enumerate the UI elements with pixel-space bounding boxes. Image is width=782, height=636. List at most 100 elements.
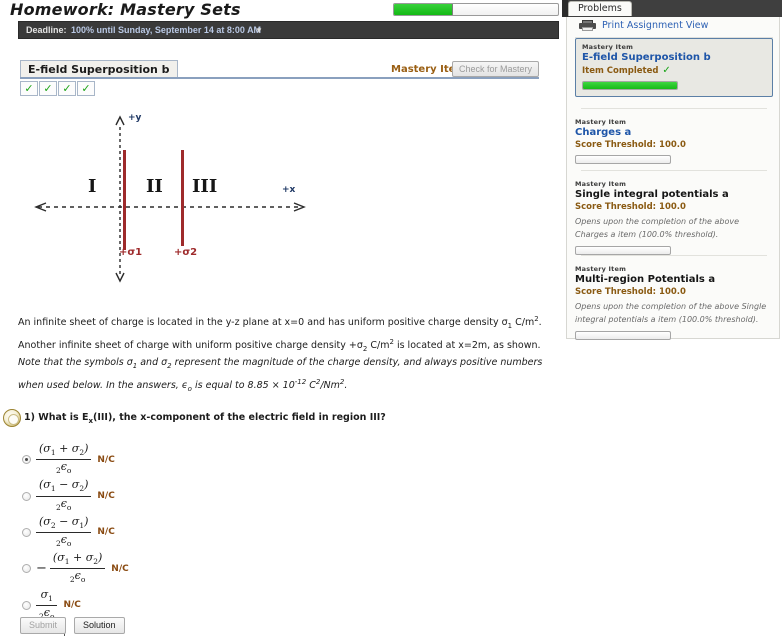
sidebar-item-divider-1 — [581, 108, 767, 109]
choice-expression-4: − (σ1 + σ2) 2ϵo N/C — [36, 551, 129, 586]
problem-paragraph-1: An infinite sheet of charge is located i… — [18, 311, 546, 357]
check-for-mastery-button[interactable]: Check for Mastery — [452, 61, 539, 77]
sidebar-item-title-3[interactable]: Single integral potentials a — [575, 189, 773, 200]
question-prompt: 1) What is Ex(III), the x-component of t… — [24, 412, 386, 425]
p2-seg-a: Note that the symbols σ — [18, 357, 133, 368]
deadline-label: Deadline: — [26, 25, 67, 35]
sidebar-item-kicker-1: Mastery Item — [582, 43, 634, 51]
choice-numerator-5: σ1 — [40, 587, 53, 603]
deadline-bar[interactable]: Deadline: 100% until Sunday, September 1… — [18, 21, 559, 39]
choice-fraction-2: (σ1 − σ2) 2ϵo — [36, 478, 92, 513]
answer-choices[interactable]: (σ1 + σ2) 2ϵo N/C (σ1 − σ2) 2ϵo N/C (σ2 − σ1) 2… — [22, 442, 322, 636]
page-root: Homework: Mastery Sets Deadline: 100% un… — [0, 0, 782, 636]
solution-button[interactable]: Solution — [74, 617, 125, 634]
choice-numerator-1: (σ1 + σ2) — [39, 442, 89, 458]
choice-fraction-3: (σ2 − σ1) 2ϵo — [36, 514, 92, 550]
radio-choice-4[interactable] — [22, 564, 31, 574]
sidebar-item-title-4[interactable]: Multi-region Potentials a — [575, 274, 773, 285]
choice-numerator-4: (σ1 + σ2) — [52, 551, 103, 567]
sidebar-item-kicker-2: Mastery Item — [575, 118, 627, 126]
sidebar: Problems Print Assignment View Mastery I… — [562, 0, 782, 636]
sidebar-item-title-1[interactable]: E-field Superposition b — [582, 52, 766, 63]
sidebar-item-progress-2 — [575, 155, 671, 164]
region-label-1: I — [88, 176, 97, 197]
print-assignment-view-label: Print Assignment View — [602, 20, 709, 31]
p1-seg-d: C/m — [367, 340, 390, 352]
radio-choice-1[interactable] — [22, 455, 31, 465]
sidebar-problem-item-2[interactable]: Mastery Item Charges a Score Threshold: 10… — [575, 118, 773, 164]
item-underline — [20, 77, 539, 79]
question-text-a: What is E — [38, 412, 89, 423]
choice-unit-2: N/C — [97, 491, 115, 502]
p1-seg-a: An infinite sheet of charge is located i… — [18, 317, 508, 329]
action-buttons: Submit Solution — [20, 617, 125, 634]
answer-choice-1[interactable]: (σ1 + σ2) 2ϵo N/C — [22, 442, 322, 477]
choice-expression-3: (σ2 − σ1) 2ϵo N/C — [36, 515, 115, 550]
choice-denominator-2: 2ϵo — [55, 496, 72, 512]
sidebar-problem-item-4[interactable]: Mastery Item Multi-region Potentials a Sco… — [575, 265, 773, 340]
sidebar-item-kicker-3: Mastery Item — [575, 180, 627, 188]
p2-seg-d: is equal to 8.85 × 10 — [191, 380, 295, 392]
assignment-progress-fill — [394, 4, 454, 15]
question-number: 1) — [24, 412, 35, 423]
physics-figure: +y +x I II III +σ1 +σ2 — [0, 105, 340, 285]
print-assignment-view[interactable]: Print Assignment View — [579, 20, 708, 31]
radio-choice-5[interactable] — [22, 600, 31, 610]
figure-svg — [34, 115, 306, 283]
p2-sup-1: -12 — [294, 377, 307, 386]
y-axis-label: +y — [128, 113, 142, 123]
tab-problems[interactable]: Problems — [568, 1, 632, 16]
p2-seg-b: and σ — [137, 357, 168, 368]
region-label-3: III — [192, 176, 218, 197]
charge-sheet-1 — [123, 150, 126, 250]
radio-choice-3[interactable] — [22, 527, 31, 537]
submit-button[interactable]: Submit — [20, 617, 67, 634]
chevron-down-icon[interactable]: ▼ — [255, 26, 263, 35]
answer-choice-4[interactable]: − (σ1 + σ2) 2ϵo N/C — [22, 551, 322, 586]
sidebar-item-progress-4 — [575, 331, 671, 340]
mastery-check-3[interactable]: ✓ — [58, 81, 76, 96]
p2-seg-e: C — [306, 380, 316, 392]
p2-seg-g: . — [344, 380, 348, 392]
sidebar-item-note-4: Opens upon the completion of the above S… — [575, 302, 767, 324]
answer-choice-2[interactable]: (σ1 − σ2) 2ϵo N/C — [22, 478, 322, 513]
page-title: Homework: Mastery Sets — [10, 0, 241, 19]
charge-sheet-2 — [181, 150, 184, 246]
p1-seg-e: is located at x=2m, as shown. — [393, 340, 541, 352]
sidebar-item-title-2[interactable]: Charges a — [575, 127, 773, 138]
stopwatch-icon — [3, 409, 21, 427]
choice-expression-1: (σ1 + σ2) 2ϵo N/C — [36, 442, 115, 477]
radio-choice-2[interactable] — [22, 491, 31, 501]
sidebar-item-progress-3 — [575, 246, 671, 255]
sidebar-item-note-3: Opens upon the completion of the above C… — [575, 217, 740, 239]
main-content: Homework: Mastery Sets Deadline: 100% un… — [0, 0, 562, 636]
choice-unit-4: N/C — [111, 563, 129, 574]
choice-unit-3: N/C — [97, 527, 115, 538]
question-text-b: (III), the x-component of the electric f… — [93, 412, 386, 423]
choice-numerator-3: (σ2 − σ1) — [39, 514, 89, 530]
choice-unit-5: N/C — [63, 600, 81, 611]
region-label-2: II — [146, 176, 163, 197]
mastery-check-4[interactable]: ✓ — [77, 81, 95, 96]
sidebar-item-kicker-4: Mastery Item — [575, 265, 627, 273]
completed-check-icon: ✓ — [662, 65, 671, 76]
problem-paragraph-2: Note that the symbols σ1 and σ2 represen… — [18, 355, 546, 397]
mastery-check-2[interactable]: ✓ — [39, 81, 57, 96]
sidebar-problem-item-3[interactable]: Mastery Item Single integral potentials a… — [575, 180, 773, 255]
mastery-check-1[interactable]: ✓ — [20, 81, 38, 96]
choice-numerator-2: (σ1 − σ2) — [39, 478, 89, 494]
sidebar-item-status-1: Item Completed ✓ — [582, 65, 671, 76]
assignment-progress-bar — [393, 3, 559, 16]
sidebar-item-divider-3 — [581, 255, 767, 256]
choice-unit-1: N/C — [97, 454, 115, 465]
p1-seg-b: C/m — [512, 317, 535, 329]
choice-denominator-1: 2ϵo — [55, 460, 72, 476]
deadline-text: 100% until Sunday, September 14 at 8:00 … — [71, 25, 262, 35]
completed-parts-row: ✓ ✓ ✓ ✓ — [20, 81, 96, 96]
sigma-1-label: +σ1 — [119, 247, 143, 258]
sidebar-problem-item-1[interactable]: Mastery Item E-field Superposition b Item … — [575, 38, 773, 97]
p2-seg-f: /Nm — [320, 380, 340, 392]
answer-choice-3[interactable]: (σ2 − σ1) 2ϵo N/C — [22, 515, 322, 550]
sidebar-item-status-3: Score Threshold: 100.0 — [575, 202, 686, 212]
choice-fraction-1: (σ1 + σ2) 2ϵo — [36, 442, 92, 477]
